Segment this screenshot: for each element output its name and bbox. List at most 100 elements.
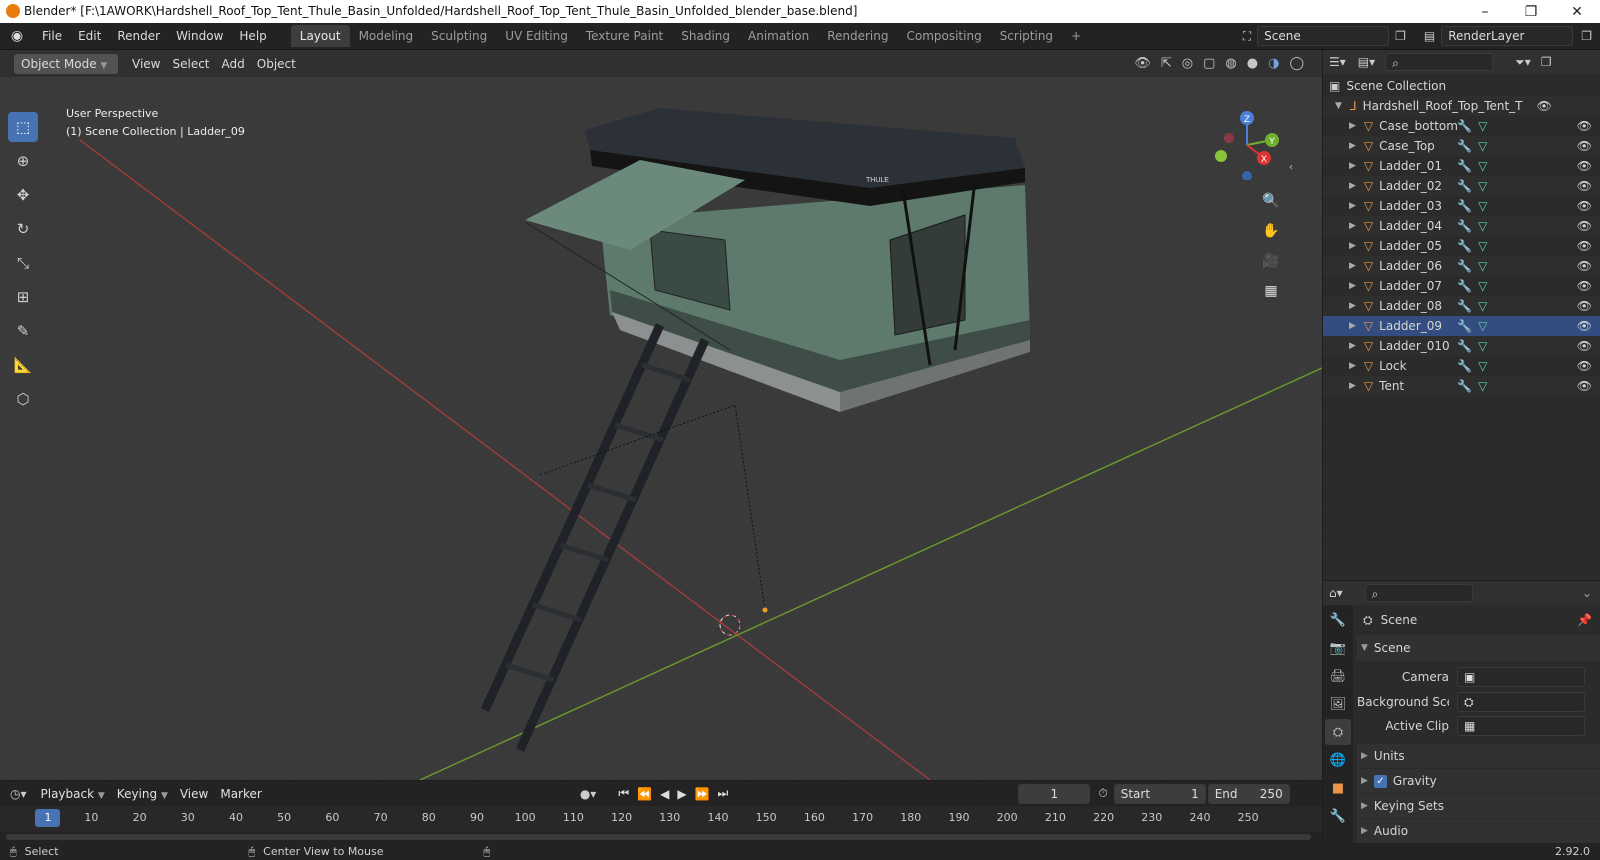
modifier-icon[interactable]: 🔧 [1457,119,1472,133]
minimize-button[interactable]: – [1462,0,1508,23]
tab-compositing[interactable]: Compositing [897,25,990,47]
tab-rendering[interactable]: Rendering [818,25,897,47]
solid-shading-icon[interactable]: ● [1247,56,1258,71]
transform-tool-icon[interactable]: ⊞ [8,282,38,312]
eye-icon[interactable]: 👁 [1577,219,1592,233]
modifier-icon[interactable]: 🔧 [1457,239,1472,253]
expand-chevron-icon[interactable]: ▶ [1349,161,1356,171]
outliner-item[interactable]: ▶ ▽ Ladder_05 🔧 ▽ 👁 [1323,236,1600,256]
outliner-item[interactable]: ▶ ▽ Lock 🔧 ▽ 👁 [1323,356,1600,376]
menu-file[interactable]: File [34,25,70,47]
modifier-icon[interactable]: 🔧 [1457,259,1472,273]
mesh-data-icon[interactable]: ▽ [1478,119,1487,133]
tab-modeling[interactable]: Modeling [350,25,423,47]
eye-icon[interactable]: 👁 [1577,259,1592,273]
world-tab-icon[interactable]: 🌐 [1325,747,1351,773]
frame-ruler[interactable]: 1 10 20 30 40 50 60 70 80 90 100 110 120 130 140 150 160… [0,806,1322,832]
collapse-chevron-icon[interactable]: ▼ [1335,101,1342,111]
modifier-icon[interactable]: 🔧 [1457,219,1472,233]
add-cube-tool-icon[interactable]: ⬡ [8,384,38,414]
keying-sets-panel-header[interactable]: ▶ Keying Sets [1357,794,1600,818]
mesh-data-icon[interactable]: ▽ [1478,299,1487,313]
expand-chevron-icon[interactable]: ▶ [1349,361,1356,371]
outliner-object-row[interactable]: ▼ ⅃ Hardshell_Roof_Top_Tent_Thule_B 👁 [1323,96,1600,116]
mesh-data-icon[interactable]: ▽ [1478,319,1487,333]
expand-chevron-icon[interactable]: ▶ [1349,181,1356,191]
gravity-panel-header[interactable]: ▶ ✓ Gravity [1357,769,1600,793]
scene-field[interactable]: Scene [1257,26,1390,46]
eye-icon[interactable]: 👁 [1577,179,1592,193]
outliner-item[interactable]: ▶ ▽ Ladder_04 🔧 ▽ 👁 [1323,216,1600,236]
expand-chevron-icon[interactable]: ▶ [1349,201,1356,211]
viewport-menu-add[interactable]: Add [216,54,251,74]
use-preview-range-icon[interactable]: ⏱ [1098,786,1107,801]
object-tab-icon[interactable]: ■ [1325,775,1351,801]
outliner-item[interactable]: ▶ ▽ Ladder_01 🔧 ▽ 👁 [1323,156,1600,176]
properties-editor-type-icon[interactable]: ⌂▾ [1329,586,1343,600]
cursor-tool-icon[interactable]: ⊕ [8,146,38,176]
expand-chevron-icon[interactable]: ▶ [1349,261,1356,271]
xray-icon[interactable]: ▢ [1203,56,1215,71]
tab-animation[interactable]: Animation [739,25,818,47]
menu-edit[interactable]: Edit [70,25,109,47]
start-frame-field[interactable]: Start 1 [1113,783,1206,804]
outliner-search-input[interactable]: ⌕ [1385,53,1494,71]
viewport-menu-select[interactable]: Select [166,54,215,74]
pin-icon[interactable]: 📌 [1577,613,1592,627]
eye-icon[interactable]: 👁 [1577,159,1592,173]
jump-start-icon[interactable]: ⏮ [618,786,629,801]
eye-icon[interactable]: 👁 [1577,299,1592,313]
expand-chevron-icon[interactable]: ▶ [1349,321,1356,331]
camera-view-icon[interactable]: 🎥 [1258,248,1284,274]
outliner-item[interactable]: ▶ ▽ Case_bottom 🔧 ▽ 👁 [1323,116,1600,136]
tab-shading[interactable]: Shading [672,25,739,47]
mesh-data-icon[interactable]: ▽ [1478,359,1487,373]
close-button[interactable]: ✕ [1554,0,1600,23]
renderlayer-field[interactable]: RenderLayer [1441,26,1574,46]
eye-icon[interactable]: 👁 [1577,239,1592,253]
eye-icon[interactable]: 👁 [1577,359,1592,373]
rendered-shading-icon[interactable]: ◯ [1289,56,1304,71]
current-frame-field[interactable]: 1 [1018,783,1091,804]
tool-tab-icon[interactable]: 🔧 [1325,607,1351,633]
3d-viewport[interactable]: THULE Object Mode ▼ View Select Add Obje… [0,50,1322,780]
modifier-icon[interactable]: 🔧 [1457,139,1472,153]
material-shading-icon[interactable]: ◑ [1268,56,1279,71]
properties-search-input[interactable]: ⌕ [1364,584,1473,602]
outliner-item[interactable]: ▶ ▽ Ladder_02 🔧 ▽ 👁 [1323,176,1600,196]
expand-chevron-icon[interactable]: ▶ [1349,241,1356,251]
units-panel-header[interactable]: ▶ Units [1357,744,1600,768]
expand-chevron-icon[interactable]: ▶ [1349,281,1356,291]
outliner-root[interactable]: ▣ Scene Collection [1323,76,1600,96]
outliner-item[interactable]: ▶ ▽ Ladder_07 🔧 ▽ 👁 [1323,276,1600,296]
eye-icon[interactable]: 👁 [1537,99,1552,113]
new-collection-icon[interactable]: ❐ [1541,55,1552,69]
new-scene-icon[interactable]: ❐ [1395,29,1406,43]
filter-icon[interactable]: ⏷▾ [1515,55,1531,70]
outliner-item[interactable]: ▶ ▽ Ladder_03 🔧 ▽ 👁 [1323,196,1600,216]
overlays-icon[interactable]: ◎ [1182,56,1193,71]
eye-icon[interactable]: 👁 [1577,119,1592,133]
move-tool-icon[interactable]: ✥ [8,180,38,210]
modifier-tab-icon[interactable]: 🔧 [1325,803,1351,829]
modifier-icon[interactable]: 🔧 [1457,359,1472,373]
modifier-icon[interactable]: 🔧 [1457,179,1472,193]
viewport-menu-object[interactable]: Object [251,54,302,74]
tab-texture-paint[interactable]: Texture Paint [577,25,672,47]
modifier-icon[interactable]: 🔧 [1457,299,1472,313]
timeline-menu-keying[interactable]: Keying ▼ [111,784,174,804]
scene-tab-icon[interactable]: ⛭ [1325,719,1351,745]
select-box-tool-icon[interactable]: ⬚ [8,112,38,142]
play-reverse-icon[interactable]: ◀ [660,787,669,801]
gravity-checkbox[interactable]: ✓ [1373,774,1387,788]
outliner-item[interactable]: ▶ ▽ Ladder_09 🔧 ▽ 👁 [1323,316,1600,336]
viewport-menu-view[interactable]: View [126,54,166,74]
modifier-icon[interactable]: 🔧 [1457,379,1472,393]
gizmo-toggle-icon[interactable]: ⇱ [1161,56,1172,71]
sidebar-toggle-icon[interactable]: ‹ [1289,162,1293,173]
camera-field[interactable]: ▣ [1457,667,1585,687]
tab-scripting[interactable]: Scripting [991,25,1062,47]
scene-panel-header[interactable]: ▼ Scene [1357,635,1600,661]
menu-window[interactable]: Window [168,25,231,47]
render-tab-icon[interactable]: 📷 [1325,635,1351,661]
